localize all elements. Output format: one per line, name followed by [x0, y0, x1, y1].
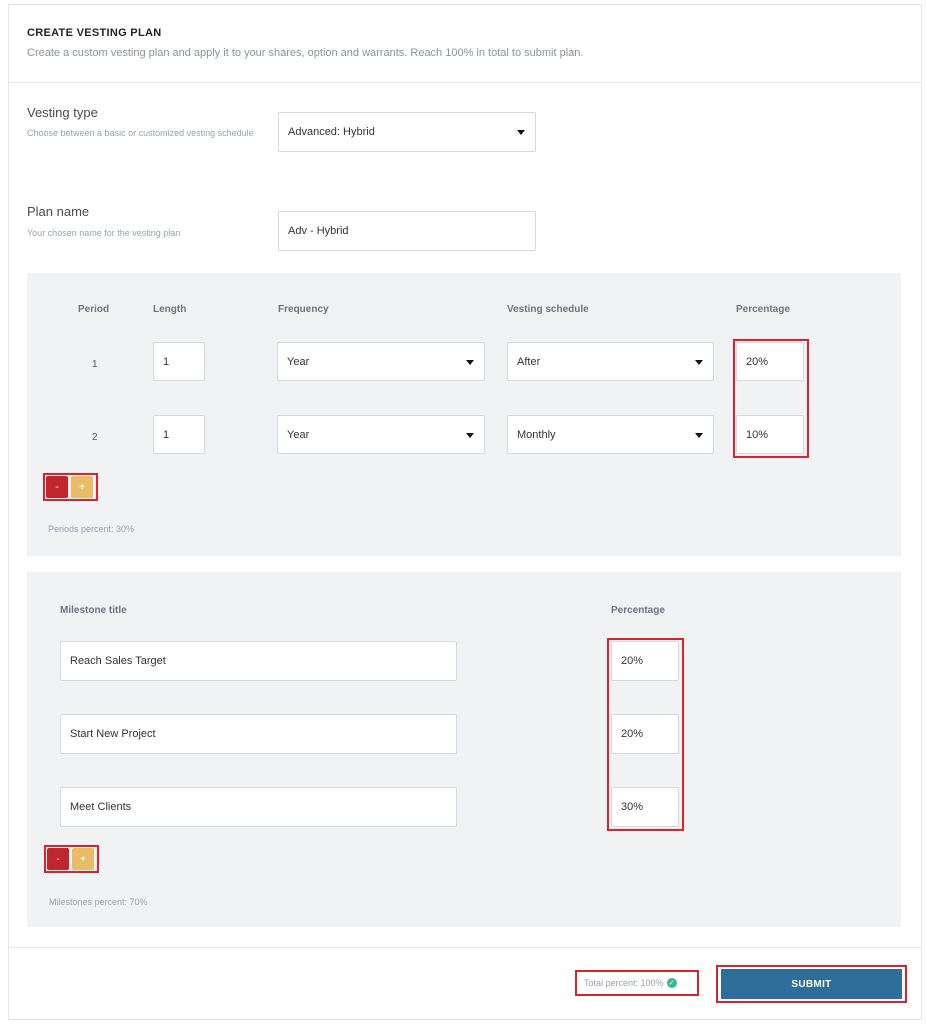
- total-percent-highlight: [575, 970, 699, 996]
- caret-down-icon: [695, 432, 703, 438]
- milestone-title-input[interactable]: Meet Clients: [60, 787, 457, 827]
- milestones-percent-summary: Milestones percent: 70%: [49, 897, 148, 907]
- milestone-title-value: Meet Clients: [70, 801, 132, 813]
- frequency-value: Year: [287, 355, 310, 368]
- milestone-title-column-header: Milestone title: [60, 605, 127, 616]
- periods-percent-summary: Periods percent: 30%: [48, 524, 135, 534]
- length-value: 1: [163, 355, 170, 368]
- caret-down-icon: [695, 359, 703, 365]
- milestone-percentage-column-header: Percentage: [611, 605, 665, 616]
- period-buttons-highlight: [43, 473, 98, 501]
- length-column-header: Length: [153, 304, 187, 315]
- caret-down-icon: [517, 130, 525, 135]
- period-column-header: Period: [78, 304, 110, 315]
- frequency-value: Year: [287, 428, 310, 441]
- plan-name-label: Plan name: [27, 204, 90, 219]
- vesting-type-label: Vesting type: [27, 105, 98, 120]
- page-title: CREATE VESTING PLAN: [27, 27, 162, 39]
- caret-down-icon: [466, 359, 474, 365]
- period-number: 1: [92, 359, 98, 370]
- plan-name-input[interactable]: Adv - Hybrid: [278, 211, 536, 251]
- milestone-percentage-highlight: [607, 638, 684, 831]
- vesting-type-help: Choose between a basic or customized ves…: [27, 128, 254, 138]
- vesting-schedule-select[interactable]: Monthly: [507, 415, 714, 454]
- vesting-schedule-value: Monthly: [517, 428, 556, 441]
- header-divider: [9, 82, 921, 83]
- submit-button-highlight: [716, 965, 907, 1003]
- milestone-title-value: Reach Sales Target: [70, 655, 166, 667]
- create-vesting-plan-card: CREATE VESTING PLAN Create a custom vest…: [8, 4, 922, 1020]
- length-input[interactable]: 1: [153, 342, 205, 381]
- vesting-schedule-column-header: Vesting schedule: [507, 304, 589, 315]
- period-number: 2: [92, 432, 98, 443]
- plan-name-value: Adv - Hybrid: [288, 225, 349, 237]
- vesting-schedule-value: After: [517, 355, 541, 368]
- caret-down-icon: [466, 432, 474, 438]
- period-percentage-highlight: [733, 339, 809, 458]
- frequency-column-header: Frequency: [278, 304, 329, 315]
- plan-name-help: Your chosen name for the vesting plan: [27, 228, 181, 238]
- frequency-select[interactable]: Year: [277, 415, 485, 454]
- vesting-schedule-select[interactable]: After: [507, 342, 714, 381]
- milestones-panel: Milestone title Percentage Reach Sales T…: [27, 572, 901, 927]
- vesting-type-value: Advanced: Hybrid: [288, 126, 375, 138]
- length-value: 1: [163, 428, 170, 441]
- milestone-buttons-highlight: [44, 845, 99, 873]
- milestone-title-input[interactable]: Reach Sales Target: [60, 641, 457, 681]
- frequency-select[interactable]: Year: [277, 342, 485, 381]
- periods-panel: Period Length Frequency Vesting schedule…: [27, 273, 901, 556]
- footer-divider: [9, 947, 921, 948]
- milestone-title-value: Start New Project: [70, 728, 156, 740]
- page-description: Create a custom vesting plan and apply i…: [27, 47, 584, 59]
- length-input[interactable]: 1: [153, 415, 205, 454]
- percentage-column-header: Percentage: [736, 304, 790, 315]
- vesting-type-select[interactable]: Advanced: Hybrid: [278, 112, 536, 152]
- milestone-title-input[interactable]: Start New Project: [60, 714, 457, 754]
